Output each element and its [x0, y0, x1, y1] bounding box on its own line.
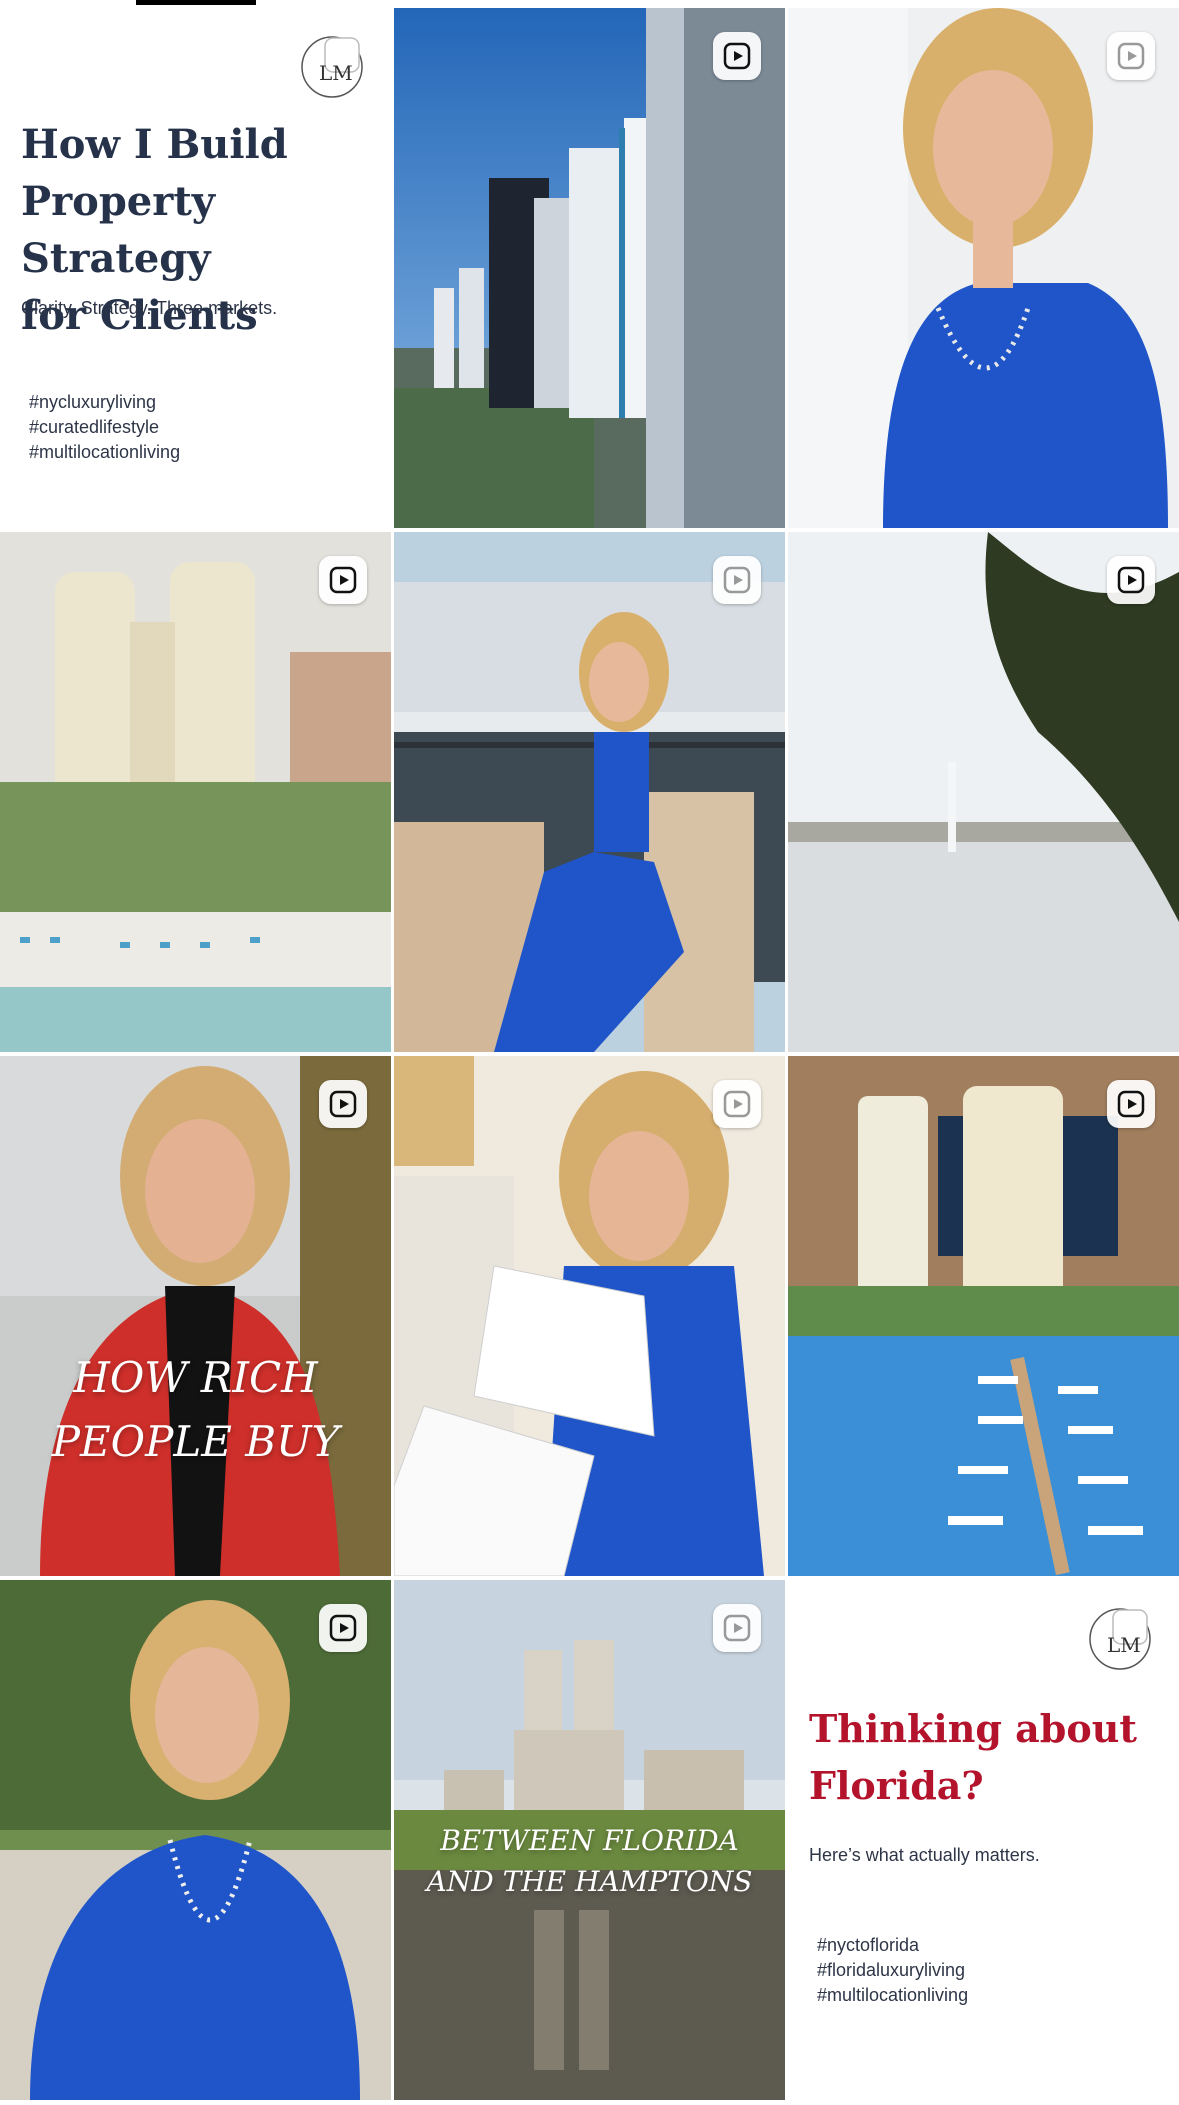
reel-icon [1107, 1080, 1155, 1128]
post-tile-development-model[interactable] [0, 532, 391, 1052]
documents-photo [394, 1056, 785, 1576]
overlay-title: BETWEEN FLORIDA AND THE HAMPTONS [426, 1824, 753, 1898]
reel-icon [1107, 32, 1155, 80]
post-tile-portrait[interactable] [788, 8, 1179, 528]
svg-text:LM: LM [319, 61, 353, 85]
hashtag: #curatedlifestyle [29, 417, 160, 437]
red-blazer-photo [0, 1056, 391, 1576]
post-tile-florida-card[interactable]: LM Thinking about Florida? Here’s what a… [788, 1580, 1179, 2100]
posts-grid: LM How I Build Property Strategy for Cli… [0, 8, 1179, 2100]
lake-photo [788, 532, 1179, 1052]
hashtag: #floridaluxuryliving [817, 1960, 966, 1980]
hashtag: #nyctoflorida [817, 1935, 920, 1955]
reel-icon [713, 1604, 761, 1652]
post-tile-miami-towers[interactable] [394, 8, 785, 528]
post-tile-marina-call[interactable] [394, 532, 785, 1052]
garden-photo [0, 1580, 391, 2100]
marina-model-photo [788, 1056, 1179, 1576]
portrait-photo [788, 8, 1179, 528]
reel-icon [1107, 556, 1155, 604]
reel-icon [713, 556, 761, 604]
marina-photo [394, 532, 785, 1052]
reel-icon [319, 1604, 367, 1652]
card-subtitle: Clarity. Strategy. Three markets. [21, 298, 278, 318]
hashtag-list: #nycluxuryliving #curatedlifestyle #mult… [29, 390, 180, 465]
hashtag: #nycluxuryliving [29, 392, 157, 412]
hashtag-list: #nyctoflorida #floridaluxuryliving #mult… [817, 1933, 968, 2008]
card-subtitle: Here’s what actually matters. [809, 1845, 1040, 1865]
reel-icon [713, 1080, 761, 1128]
card-title: Thinking about Florida? [809, 1706, 1137, 1808]
towers-photo [394, 8, 785, 528]
post-tile-lake-fountain[interactable] [788, 532, 1179, 1052]
overlay-title: HOW RICH PEOPLE BUY [51, 1353, 340, 1466]
post-tile-how-rich-people-buy[interactable]: HOW RICH PEOPLE BUY [0, 1056, 391, 1576]
active-tab-indicator [136, 0, 256, 5]
post-tile-garden-portrait[interactable] [0, 1580, 391, 2100]
post-tile-strategy-card[interactable]: LM How I Build Property Strategy for Cli… [0, 8, 391, 528]
svg-text:LM: LM [1107, 1633, 1141, 1657]
reel-icon [319, 1080, 367, 1128]
reel-icon [319, 556, 367, 604]
model-photo [0, 532, 391, 1052]
reel-icon [713, 32, 761, 80]
hashtag: #multilocationliving [29, 442, 181, 462]
post-tile-between-florida-hamptons[interactable]: BETWEEN FLORIDA AND THE HAMPTONS [394, 1580, 785, 2100]
brand-logo: LM [1089, 1608, 1151, 1670]
brand-logo: LM [301, 36, 363, 98]
post-tile-marina-model[interactable] [788, 1056, 1179, 1576]
post-tile-reading-documents[interactable] [394, 1056, 785, 1576]
hashtag: #multilocationliving [817, 1985, 969, 2005]
